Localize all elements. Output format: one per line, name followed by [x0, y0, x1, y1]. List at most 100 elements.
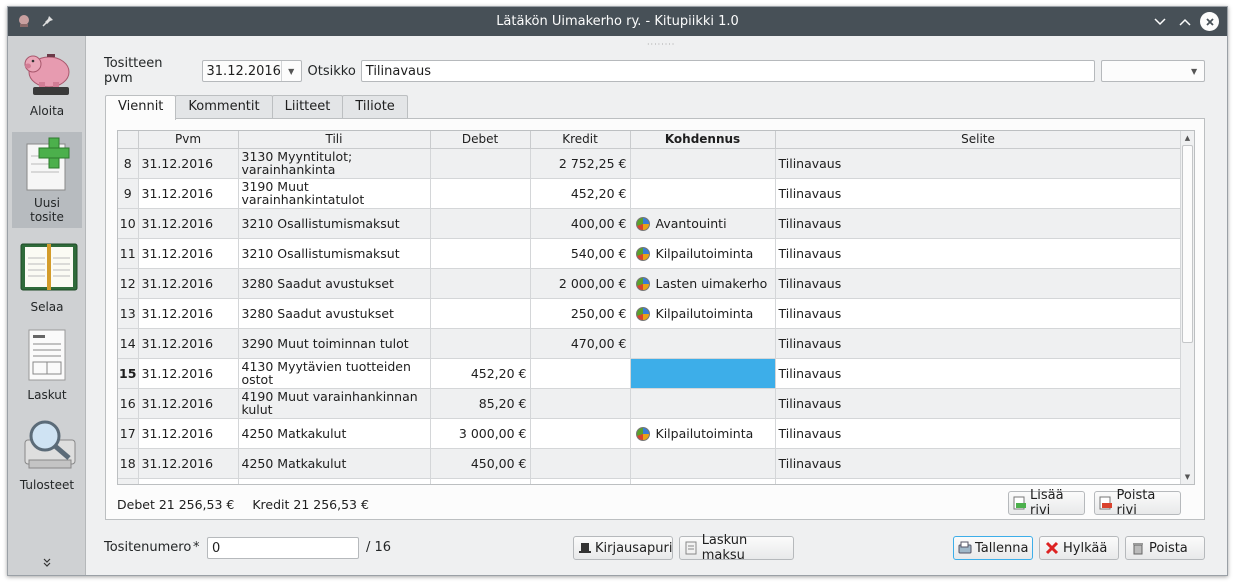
cell-selite[interactable]: Tilinavaus [775, 238, 1182, 269]
cell-pvm[interactable]: 31.12.2016 [138, 298, 239, 329]
cell-selite[interactable]: Tilinavaus [775, 268, 1182, 299]
scroll-thumb[interactable] [1182, 145, 1193, 343]
cell-kohdennus[interactable]: Avantouinti [630, 208, 776, 239]
document-type-select[interactable]: ▼ [1100, 60, 1206, 82]
sidebar-item-selaa[interactable]: Selaa [12, 238, 82, 314]
tab-tiliote[interactable]: Tiliote [342, 95, 408, 119]
cell-selite[interactable]: Tilinavaus [775, 418, 1182, 449]
cell-pvm[interactable]: 31.12.2016 [138, 178, 239, 209]
row-number[interactable]: 16 [118, 388, 139, 419]
cell-debet[interactable] [430, 268, 531, 299]
add-row-button[interactable]: Lisää rivi [1008, 488, 1085, 518]
cell-tili[interactable]: 4270 Markkinointikulut, [238, 478, 431, 484]
cell-debet[interactable]: 480,00 € [430, 478, 531, 484]
column-header-kredit[interactable]: Kredit [530, 131, 631, 149]
cell-kredit[interactable]: 400,00 € [530, 208, 631, 239]
cell-selite[interactable]: Tilinavaus [775, 208, 1182, 239]
sidebar-item-aloita[interactable]: Aloita [12, 42, 82, 118]
cell-kohdennus[interactable] [630, 328, 776, 359]
cell-debet[interactable] [430, 328, 531, 359]
cell-kredit[interactable]: 2 752,25 € [530, 148, 631, 179]
cell-kredit[interactable] [530, 418, 631, 449]
row-number[interactable]: 9 [118, 178, 139, 209]
cell-debet[interactable] [430, 148, 531, 179]
app-menu-icon[interactable] [16, 13, 32, 29]
column-header-tili[interactable]: Tili [238, 131, 431, 149]
cell-pvm[interactable]: 31.12.2016 [138, 418, 239, 449]
column-header-selite[interactable]: Selite [775, 131, 1182, 149]
cell-pvm[interactable]: 31.12.2016 [138, 238, 239, 269]
remove-row-button[interactable]: Poista rivi [1094, 488, 1181, 518]
cell-kredit[interactable]: 2 000,00 € [530, 268, 631, 299]
table-row[interactable]: 16 31.12.2016 4190 Muut varainhankinnan ku… [118, 388, 1182, 419]
cell-debet[interactable]: 450,00 € [430, 448, 531, 479]
document-number-input[interactable]: 0 [207, 537, 359, 559]
delete-button[interactable]: Poista [1125, 536, 1205, 560]
vertical-scrollbar[interactable]: ▲ ▼ [1180, 131, 1194, 484]
table-row[interactable]: 14 31.12.2016 3290 Muut toiminnan tulot 470… [118, 328, 1182, 359]
cell-tili[interactable]: 3280 Saadut avustukset [238, 268, 431, 299]
table-row[interactable]: 10 31.12.2016 3210 Osallistumismaksut 400,0… [118, 208, 1182, 239]
cell-kohdennus[interactable] [630, 358, 776, 389]
cell-tili[interactable]: 3210 Osallistumismaksut [238, 238, 431, 269]
cell-tili[interactable]: 3290 Muut toiminnan tulot [238, 328, 431, 359]
row-number[interactable]: 13 [118, 298, 139, 329]
column-header-pvm[interactable]: Pvm [138, 131, 239, 149]
row-number[interactable]: 14 [118, 328, 139, 359]
table-row[interactable]: 12 31.12.2016 3280 Saadut avustukset 2 000,… [118, 268, 1182, 299]
cell-selite[interactable]: Tilinavaus [775, 448, 1182, 479]
table-row[interactable]: 11 31.12.2016 3210 Osallistumismaksut 540,0… [118, 238, 1182, 269]
cell-kohdennus[interactable] [630, 448, 776, 479]
cell-kohdennus[interactable]: Lasten uimakerho [630, 268, 776, 299]
cell-selite[interactable]: Tilinavaus [775, 328, 1182, 359]
title-input[interactable]: Tilinavaus [360, 60, 1095, 82]
cell-kohdennus[interactable]: Kilpailutoiminta [630, 298, 776, 329]
cell-tili[interactable]: 3280 Saadut avustukset [238, 298, 431, 329]
row-number[interactable]: 12 [118, 268, 139, 299]
date-picker[interactable]: 31.12.2016 ▼ [201, 60, 302, 82]
cell-kohdennus[interactable] [630, 148, 776, 179]
cell-selite[interactable]: Tilinavaus [775, 388, 1182, 419]
cell-tili[interactable]: 3130 Myyntitulot; varainhankinta [238, 148, 431, 179]
reject-button[interactable]: Hylkää [1039, 536, 1119, 560]
kirjausapuri-button[interactable]: Kirjausapuri [573, 536, 673, 560]
cell-pvm[interactable]: 31.12.2016 [138, 388, 239, 419]
tab-liitteet[interactable]: Liitteet [271, 95, 344, 119]
cell-pvm[interactable]: 31.12.2016 [138, 478, 239, 484]
scroll-up-icon[interactable]: ▲ [1181, 131, 1194, 145]
table-row[interactable]: 8 31.12.2016 3130 Myyntitulot; varainhanki… [118, 148, 1182, 179]
column-header-debet[interactable]: Debet [430, 131, 531, 149]
cell-debet[interactable] [430, 208, 531, 239]
cell-kredit[interactable] [530, 358, 631, 389]
cell-kredit[interactable]: 470,00 € [530, 328, 631, 359]
row-number[interactable]: 10 [118, 208, 139, 239]
resize-grip[interactable]: ········ [647, 40, 675, 49]
invoice-payment-button[interactable]: Laskun maksu [679, 533, 794, 563]
cell-kredit[interactable] [530, 478, 631, 484]
row-number[interactable]: 19 [118, 478, 139, 484]
sidebar-item-uusi-tosite[interactable]: Uusi tosite [12, 132, 82, 228]
cell-kredit[interactable] [530, 448, 631, 479]
cell-kohdennus[interactable] [630, 478, 776, 484]
row-number[interactable]: 17 [118, 418, 139, 449]
cell-pvm[interactable]: 31.12.2016 [138, 448, 239, 479]
cell-kohdennus[interactable]: Kilpailutoiminta [630, 418, 776, 449]
sidebar-more-icon[interactable] [8, 558, 86, 571]
row-number[interactable]: 18 [118, 448, 139, 479]
minimize-button[interactable] [1150, 12, 1169, 31]
table-row[interactable]: 9 31.12.2016 3190 Muut varainhankintatulot… [118, 178, 1182, 209]
cell-kredit[interactable] [530, 388, 631, 419]
cell-pvm[interactable]: 31.12.2016 [138, 358, 239, 389]
cell-debet[interactable] [430, 238, 531, 269]
cell-selite[interactable]: Tilinavaus [775, 358, 1182, 389]
cell-debet[interactable]: 85,20 € [430, 388, 531, 419]
table-row[interactable]: 15 31.12.2016 4130 Myytävien tuotteiden os… [118, 358, 1182, 389]
cell-debet[interactable]: 452,20 € [430, 358, 531, 389]
cell-kredit[interactable]: 452,20 € [530, 178, 631, 209]
cell-debet[interactable] [430, 298, 531, 329]
save-button[interactable]: Tallenna [953, 536, 1033, 560]
cell-tili[interactable]: 4190 Muut varainhankinnan kulut [238, 388, 431, 419]
table-row[interactable]: 17 31.12.2016 4250 Matkakulut 3 000,00 € Kil… [118, 418, 1182, 449]
sidebar-item-laskut[interactable]: Laskut [12, 326, 82, 402]
row-number[interactable]: 15 [118, 358, 139, 389]
